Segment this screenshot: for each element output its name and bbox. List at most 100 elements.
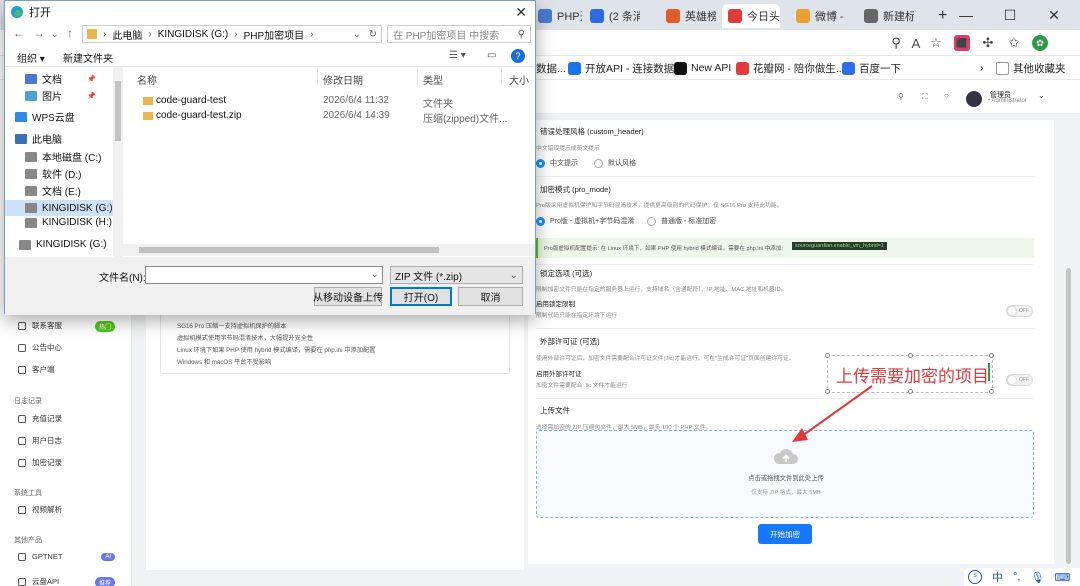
chevron-down-icon[interactable]: ⌄ [371,269,379,280]
favorites-overflow-chevron[interactable]: › [980,60,984,76]
file-list: 名称 修改日期 类型 大小 code-guard-test 2026/6/4 11… [123,67,535,257]
breadcrumb-this-pc[interactable]: 此电脑 [112,27,142,42]
zoom-icon[interactable]: ⚲ [888,35,904,51]
filetype-select[interactable]: ZIP 文件 (*.zip) ⌄ [390,266,523,284]
favorite-link[interactable]: 开放API - 连接数据... [568,60,683,76]
tree-scrollbar-thumb[interactable] [115,81,121,141]
ime-lang[interactable]: 中 [992,569,1003,585]
search-icon[interactable]: ⚲ [898,92,904,101]
mic-icon[interactable]: 🎙 [1030,571,1044,584]
chevron-down-icon[interactable]: ⌄ [1038,91,1045,100]
tree-item[interactable]: 本地磁盘 (C:) [25,149,101,164]
column-size[interactable]: 大小 [509,72,529,87]
file-list-hscrollbar[interactable] [123,244,535,256]
fullscreen-icon[interactable]: ⛶ [922,92,928,102]
chevron-down-icon[interactable]: ⌄ [51,29,59,40]
maximize-button[interactable]: ☐ [988,0,1032,30]
preview-pane-icon[interactable]: ▭ [487,50,496,61]
extension-icon[interactable]: ⬛ [954,35,970,51]
browser-tab[interactable]: 今日头✕ [722,4,780,28]
file-row[interactable]: code-guard-test.zip 2026/6/4 14:39 压缩(zipp… [123,109,535,125]
file-list-hscrollbar-thumb[interactable] [139,247,439,253]
refresh-icon[interactable]: ↻ [369,29,377,40]
radio-chinese[interactable]: 中文提示 [536,158,578,168]
tree-item[interactable]: 文档 📌 [25,71,96,86]
browser-tab[interactable]: 微博 - ✕ [790,4,848,28]
favorite-link[interactable]: 百度一下 [842,60,901,76]
sidebar-item[interactable]: 充值记录 [18,413,62,424]
license-toggle[interactable]: OFF [1006,374,1033,386]
star-icon[interactable]: ☆ [928,35,944,51]
sidebar-item[interactable]: 客户端 [18,364,55,375]
open-button[interactable]: 打开(O) [390,287,452,306]
tree-item[interactable]: KINGIDISK (G:) [5,200,113,216]
window-close-button[interactable]: ✕ [1032,0,1076,30]
breadcrumb-folder[interactable]: PHP加密项目 [244,27,305,42]
radio-default[interactable]: 默认风格 [594,158,636,168]
new-folder-button[interactable]: 新建文件夹 [63,50,113,65]
browser-tab[interactable]: 新建标✕ [858,4,914,28]
page-scrollbar-thumb[interactable] [1066,268,1071,564]
resize-handle [908,353,913,358]
upload-from-mobile-button[interactable]: 从移动设备上传 [313,287,383,306]
radio-pro[interactable]: Pro版 - 虚拟机+字节码混淆 [536,216,634,226]
filename-input[interactable] [145,266,383,284]
sidebar-item[interactable]: 公告中心 [18,342,62,353]
favorites-icon[interactable]: ✩ [1006,35,1022,51]
sidebar-item[interactable]: 视频解析 [18,504,62,515]
lock-toggle[interactable]: OFF [1006,305,1033,317]
extensions-puzzle-icon[interactable]: ✣ [980,35,996,51]
tree-item[interactable]: 此电脑 [15,131,62,146]
avatar[interactable] [966,91,982,107]
profile-icon[interactable]: ✿ [1032,35,1048,51]
chevron-down-icon[interactable]: ⌄ [353,29,361,40]
ime-logo-icon[interactable]: S [968,570,982,584]
favorite-link[interactable]: New API [674,60,731,76]
sidebar-item[interactable]: GPTNET [18,552,62,561]
sidebar-item[interactable]: 联系客服 [18,320,62,331]
other-favorites[interactable]: 其他收藏夹 [996,60,1066,76]
organize-button[interactable]: 组织 ▾ [17,50,45,65]
tree-item[interactable]: WPS云盘 [15,109,75,124]
close-icon[interactable]: ✕ [515,4,527,21]
refresh-icon[interactable]: ○ [944,91,949,100]
favorite-icon [736,61,749,75]
chevron-right-icon: › [148,28,152,40]
start-encrypt-button[interactable]: 开始加密 [758,524,812,544]
file-row[interactable]: code-guard-test 2026/6/4 11:32 文件夹 [123,94,535,110]
help-icon[interactable]: ? [511,49,525,63]
sidebar-item[interactable]: 用户日志 [18,435,62,446]
browser-tab[interactable]: (2 条消✕ [584,4,640,28]
favorite-link[interactable]: 数据... [536,60,566,76]
up-arrow-icon[interactable]: ↑ [67,26,73,40]
sidebar-item[interactable]: 加密记录 [18,457,62,468]
address-bar[interactable]: › 此电脑 › KINGIDISK (G:) › PHP加密项目 › ⌄ ↻ [82,25,382,43]
cancel-button[interactable]: 取消 [458,287,523,306]
back-arrow-icon[interactable]: ← [13,26,25,40]
forward-arrow-icon[interactable]: → [33,26,45,40]
read-aloud-icon[interactable]: A [908,35,924,51]
keyboard-icon[interactable]: ⌨ [1054,571,1070,584]
dialog-navigation: ← → ⌄ ↑ › 此电脑 › KINGIDISK (G:) › PHP加密项目… [5,23,535,45]
tree-scrollbar[interactable] [113,67,123,257]
tree-item[interactable]: 图片 📌 [25,88,96,103]
tree-item[interactable]: KINGIDISK (G:) [19,239,107,250]
view-options-icon[interactable]: ☰ ▾ [449,50,466,61]
ime-punct[interactable]: °, [1013,571,1020,583]
breadcrumb-drive[interactable]: KINGIDISK (G:) [158,29,229,40]
upload-dropzone[interactable]: 点击或拖拽文件到此处上传 仅支持 ZIP 格式，最大 5MB [536,430,1034,518]
tree-item[interactable]: 文档 (E:) [25,183,81,198]
browser-tab[interactable]: 英雄榜✕ [660,4,716,28]
license-desc: 使用外部许可证后，加密文件需要配合许可证文件(.lic)才能运行。可在"生成许可… [536,356,795,362]
radio-standard[interactable]: 普通版 - 标准加密 [647,216,716,226]
sidebar-item[interactable]: 云盘API [18,576,59,586]
tree-item[interactable]: KINGIDISK (H:) [25,217,112,228]
column-name[interactable]: 名称 [137,72,157,87]
browser-tab[interactable]: PHP开✕ [532,4,582,28]
column-date[interactable]: 修改日期 [323,72,363,87]
minimize-button[interactable]: — [944,0,988,30]
tree-item[interactable]: 软件 (D:) [25,166,81,181]
column-type[interactable]: 类型 [423,72,443,87]
search-input[interactable]: 在 PHP加密项目 中搜索 ⚲ [387,25,531,43]
favorite-link[interactable]: 花瓣网 - 陪你做生... [736,60,845,76]
